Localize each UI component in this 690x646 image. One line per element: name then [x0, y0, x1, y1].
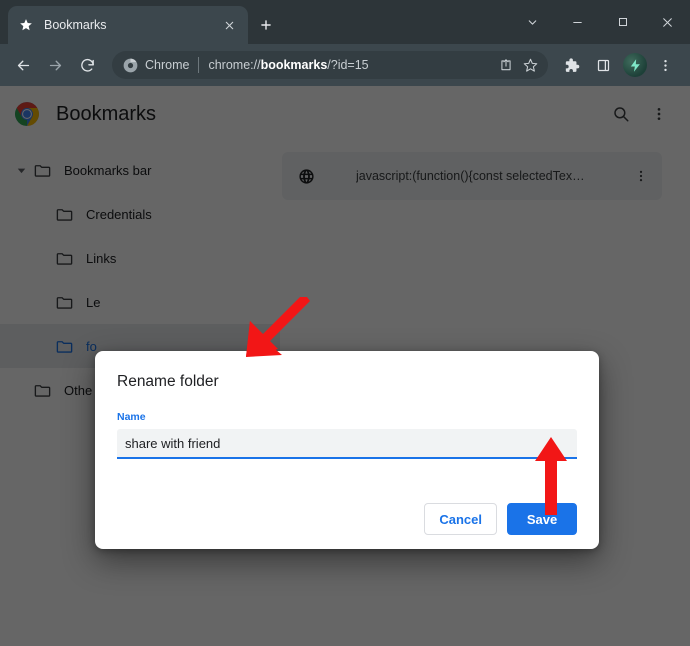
close-icon[interactable]	[220, 16, 238, 34]
omnibox-actions	[494, 53, 542, 77]
maximize-icon[interactable]	[600, 0, 645, 44]
name-field-label: Name	[117, 411, 146, 423]
name-input[interactable]	[117, 429, 577, 459]
minimize-icon[interactable]	[555, 0, 600, 44]
star-icon	[18, 17, 34, 33]
url-prefix: chrome://	[208, 58, 261, 72]
url-host: bookmarks	[260, 58, 328, 72]
browser-window: Bookmarks Chrome chrome://bookmarks/?id=…	[0, 0, 690, 646]
reload-icon[interactable]	[72, 50, 102, 80]
save-button[interactable]: Save	[507, 503, 577, 535]
address-bar[interactable]: Chrome chrome://bookmarks/?id=15	[112, 51, 548, 79]
back-arrow-icon[interactable]	[8, 50, 38, 80]
dialog-title: Rename folder	[117, 373, 219, 390]
dialog-actions: Cancel Save	[117, 503, 577, 535]
window-controls	[510, 0, 690, 44]
chrome-icon	[122, 57, 138, 73]
side-panel-icon[interactable]	[588, 50, 618, 80]
omnibox-chip-label: Chrome	[145, 58, 190, 72]
chevron-down-icon[interactable]	[510, 0, 555, 44]
three-dot-menu-icon[interactable]	[650, 50, 680, 80]
avatar[interactable]	[623, 53, 647, 77]
bookmarks-page: Bookmarks Bookmarks barCredentialsLinksL…	[0, 86, 690, 646]
share-icon[interactable]	[494, 53, 518, 77]
url-suffix: /?id=15	[327, 58, 369, 72]
omnibox-url: chrome://bookmarks/?id=15	[208, 58, 494, 72]
browser-toolbar: Chrome chrome://bookmarks/?id=15	[0, 44, 690, 86]
close-icon[interactable]	[645, 0, 690, 44]
star-outline-icon[interactable]	[518, 53, 542, 77]
tab-title: Bookmarks	[44, 18, 107, 32]
puzzle-icon[interactable]	[556, 50, 586, 80]
forward-arrow-icon[interactable]	[40, 50, 70, 80]
tab-strip: Bookmarks	[0, 0, 690, 44]
rename-folder-dialog: Rename folder Name Cancel Save	[95, 351, 599, 549]
cancel-button[interactable]: Cancel	[424, 503, 497, 535]
omnibox-divider	[198, 57, 200, 73]
new-tab-button[interactable]	[254, 13, 278, 37]
tab-bookmarks[interactable]: Bookmarks	[8, 6, 248, 44]
